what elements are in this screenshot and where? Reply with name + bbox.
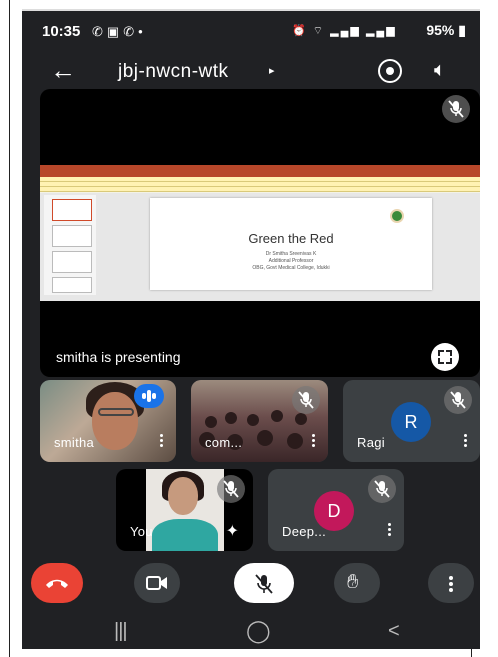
camera-toggle-button[interactable] (134, 563, 180, 603)
more-vert-icon[interactable] (160, 434, 164, 448)
participant-name: You (130, 524, 153, 539)
slide-author: Dr Smitha Sreenivas K (265, 251, 317, 257)
mic-off-icon (217, 475, 245, 503)
participant-tile-smitha[interactable]: smitha (40, 380, 176, 462)
fullscreen-icon[interactable] (431, 343, 459, 371)
battery-level: 95% ▮ (426, 22, 466, 39)
raise-hand-button[interactable]: ✋︎ (334, 563, 380, 603)
android-nav-bar: ||| ◯ < (22, 616, 480, 649)
back-button[interactable]: < (388, 620, 400, 643)
mic-off-icon (444, 386, 472, 414)
more-vert-icon[interactable] (464, 434, 468, 448)
end-call-button[interactable] (31, 563, 83, 603)
participant-tile-you[interactable]: You ✦ (116, 469, 253, 551)
alarm-icon: ⏰ (292, 25, 308, 37)
effects-sparkle-icon[interactable]: ✦ (226, 521, 239, 541)
switch-camera-icon[interactable] (378, 59, 402, 83)
mic-off-icon (255, 574, 273, 594)
raise-hand-icon: ✋︎ (347, 571, 359, 593)
whatsapp-icon: ✆ (92, 24, 107, 39)
self-video (146, 469, 224, 551)
slide-thumbnail (52, 225, 92, 247)
slide-institution: OBG, Govt Medical College, Idukki (252, 265, 330, 271)
participant-tile-deep[interactable]: D Deep... (268, 469, 404, 551)
hang-up-icon (46, 579, 68, 588)
meeting-code[interactable]: jbj-nwcn-wtk (118, 61, 229, 83)
participant-tile-ragi[interactable]: R Ragi (343, 380, 480, 462)
participant-name: com... (205, 435, 243, 450)
battery-icon: ▮ (458, 22, 466, 38)
slide-title: Green the Red (248, 231, 334, 246)
whatsapp-icon: ✆ (123, 24, 139, 39)
left-edge-frame (0, 0, 10, 657)
microphone-toggle-button[interactable] (234, 563, 294, 603)
slide-thumbnails (44, 195, 96, 295)
college-logo-icon (390, 209, 404, 223)
mic-off-icon (442, 95, 470, 123)
call-controls: ✋︎ (22, 559, 480, 607)
mic-off-icon (292, 386, 320, 414)
notification-icons: ✆▣✆• (92, 24, 147, 40)
speaking-indicator-icon (134, 384, 164, 408)
shared-screen: Green the Red Dr Smitha Sreenivas K Addi… (40, 165, 480, 301)
recents-button[interactable]: ||| (114, 620, 128, 643)
video-camera-icon (146, 576, 167, 590)
more-vert-icon (449, 576, 453, 592)
powerpoint-notification-bars (40, 177, 480, 193)
battery-percent: 95% (426, 22, 455, 38)
clock: 10:35 (42, 23, 81, 40)
participant-name: smitha (54, 435, 95, 450)
status-bar: 10:35 ✆▣✆• ⏰ ⌔ ▂▄▆ ▂▄▆ 95% ▮ (22, 21, 480, 43)
avatar: R (391, 402, 431, 442)
participant-name: Deep... (282, 524, 327, 539)
slide-thumbnail (52, 277, 92, 293)
lte-signal-icon: ▂▄▆ (330, 25, 361, 37)
participant-tile-com[interactable]: com... (191, 380, 328, 462)
home-button[interactable]: ◯ (246, 618, 271, 644)
current-slide: Green the Red Dr Smitha Sreenivas K Addi… (150, 198, 432, 290)
presenting-label: smitha is presenting (56, 349, 181, 365)
more-options-button[interactable] (428, 563, 474, 603)
back-arrow-icon[interactable]: ← (50, 55, 76, 86)
system-icons: ⏰ ⌔ ▂▄▆ ▂▄▆ (292, 24, 397, 38)
dot-icon: • (138, 24, 147, 39)
chevron-right-icon[interactable]: ▸ (269, 64, 275, 77)
presentation-tile[interactable]: Green the Red Dr Smitha Sreenivas K Addi… (40, 89, 480, 377)
gallery-icon: ▣ (106, 24, 124, 39)
mic-off-icon (368, 475, 396, 503)
slide-thumbnail (52, 251, 92, 273)
phone-screen: 10:35 ✆▣✆• ⏰ ⌔ ▂▄▆ ▂▄▆ 95% ▮ ← jbj-nwcn-… (22, 9, 480, 649)
wifi-icon: ⌔ (312, 25, 326, 37)
participant-name: Ragi (357, 435, 385, 450)
slide-designation: Additional Professor (268, 258, 314, 264)
slide-thumbnail (52, 199, 92, 221)
more-vert-icon[interactable] (312, 434, 316, 448)
powerpoint-ribbon (40, 165, 480, 177)
speaker-icon[interactable]: 🔈︎ (434, 59, 446, 82)
lte-signal-icon: ▂▄▆ (365, 25, 397, 37)
more-vert-icon[interactable] (388, 523, 392, 537)
